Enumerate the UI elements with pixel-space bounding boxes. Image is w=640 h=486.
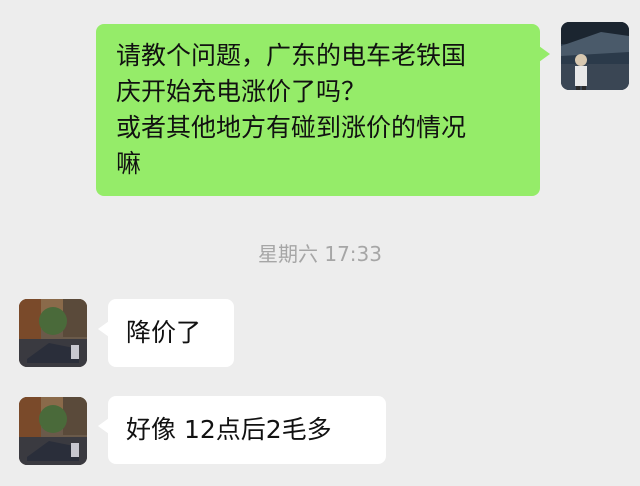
- self-avatar[interactable]: [561, 22, 629, 90]
- incoming-message-bubble[interactable]: 降价了: [98, 299, 234, 367]
- incoming-message-bubble[interactable]: 好像 12点后2毛多: [98, 396, 386, 464]
- message-text: 好像 12点后2毛多: [126, 415, 332, 444]
- bubble-tail: [98, 321, 109, 337]
- bubble-tail: [539, 46, 550, 62]
- message-text: 请教个问题，广东的电车老铁国 庆开始充电涨价了吗？ 或者其他地方有碰到涨价的情况…: [116, 41, 467, 178]
- contact-avatar[interactable]: [19, 299, 87, 367]
- bubble-tail: [98, 418, 109, 434]
- outgoing-message-bubble[interactable]: 请教个问题，广东的电车老铁国 庆开始充电涨价了吗？ 或者其他地方有碰到涨价的情况…: [96, 24, 550, 196]
- message-text: 降价了: [126, 318, 202, 347]
- contact-avatar[interactable]: [19, 397, 87, 465]
- message-timestamp: 星期六 17:33: [258, 242, 382, 266]
